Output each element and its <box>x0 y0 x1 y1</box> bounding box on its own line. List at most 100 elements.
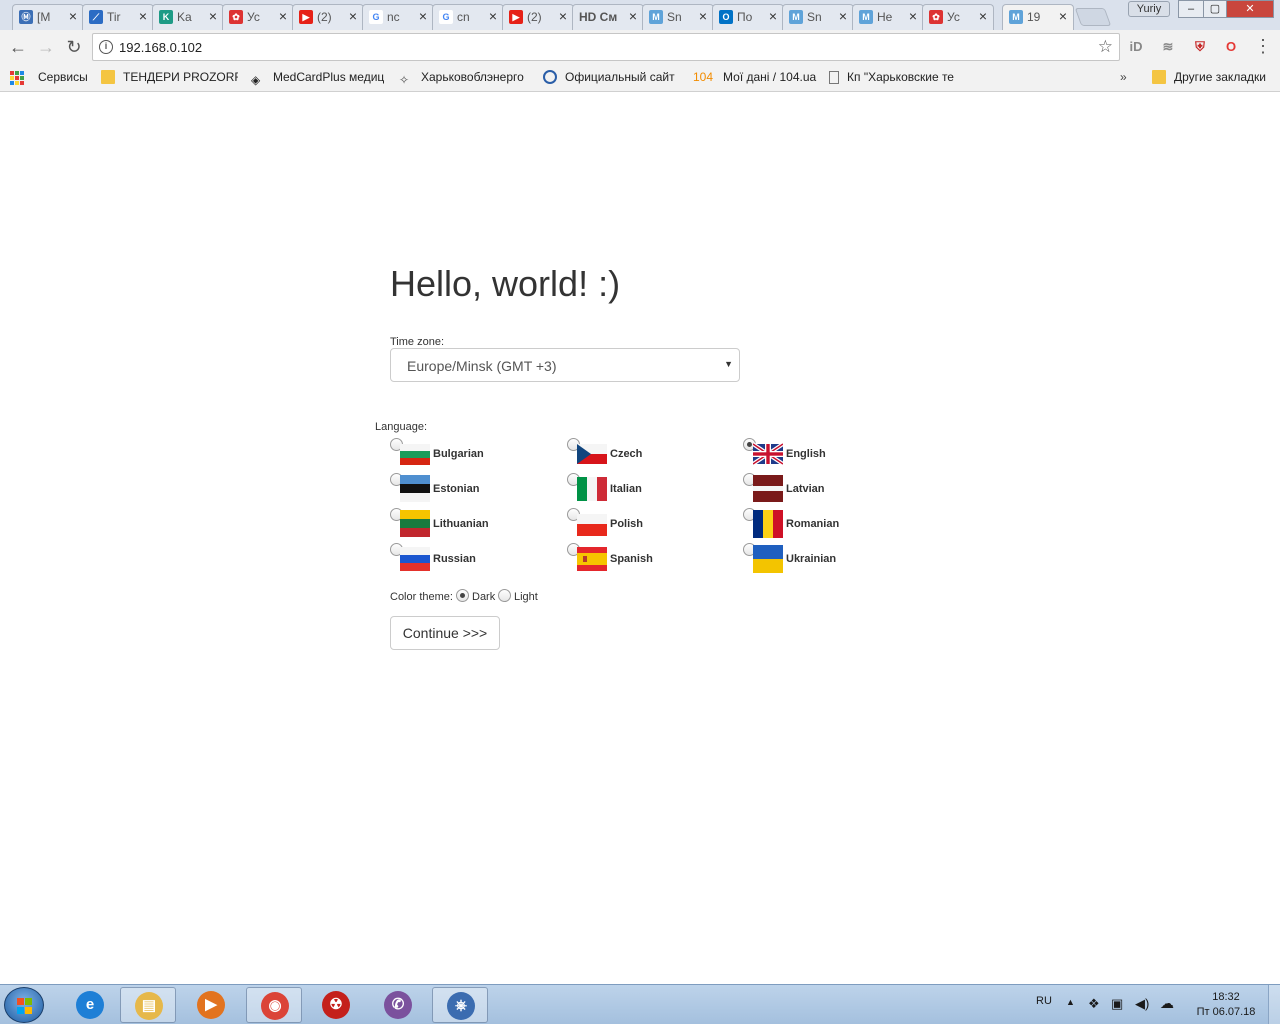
close-tab-icon[interactable]: × <box>69 8 77 24</box>
browser-tab[interactable]: O По × <box>712 4 784 30</box>
browser-tab[interactable]: ✿ Ус × <box>922 4 994 30</box>
close-tab-icon[interactable]: × <box>279 8 287 24</box>
theme-light-label[interactable]: Light <box>514 591 538 603</box>
system-clock[interactable]: 18:32 Пт 06.07.18 <box>1190 990 1262 1020</box>
browser-tab[interactable]: M He × <box>852 4 924 30</box>
cloud-upload-icon[interactable]: ☁ <box>1160 995 1174 1024</box>
language-option-lithuanian[interactable]: Lithuanian <box>390 508 560 540</box>
timezone-select[interactable]: Europe/Minsk (GMT +3) ▼ <box>390 348 740 382</box>
close-tab-icon[interactable]: × <box>139 8 147 24</box>
opera-extension-icon[interactable]: O <box>1222 38 1240 56</box>
viber-icon: ✆ <box>384 991 412 1019</box>
lithuania-flag-icon <box>400 510 430 537</box>
input-language-indicator[interactable]: RU <box>1036 995 1052 1024</box>
close-tab-icon[interactable]: × <box>839 8 847 24</box>
uk-flag-icon <box>753 442 783 466</box>
reload-button[interactable]: ↻ <box>63 36 85 58</box>
close-window-button[interactable]: ✕ <box>1226 0 1274 18</box>
taskbar-app[interactable]: ▶ <box>183 987 239 1023</box>
browser-tab[interactable]: M Sn × <box>782 4 854 30</box>
close-tab-icon[interactable]: × <box>349 8 357 24</box>
tray-expand-icon[interactable]: ▲ <box>1066 997 1075 1024</box>
extension-feed-icon[interactable]: ≋ <box>1159 38 1177 56</box>
extension-shield-icon[interactable]: ⛨ <box>1191 38 1209 56</box>
start-button[interactable] <box>4 987 44 1023</box>
browser-tab[interactable]: M 19 × <box>1002 4 1074 31</box>
close-tab-icon[interactable]: × <box>489 8 497 24</box>
close-tab-icon[interactable]: × <box>559 8 567 24</box>
close-tab-icon[interactable]: × <box>1059 8 1067 24</box>
minimize-button[interactable]: – <box>1178 0 1204 18</box>
theme-dark-label[interactable]: Dark <box>472 591 495 603</box>
site-info-icon[interactable]: i <box>99 40 113 54</box>
browser-tab[interactable]: ✿ Ус × <box>222 4 294 30</box>
browser-tab[interactable]: Gcn × <box>432 4 504 30</box>
close-tab-icon[interactable]: × <box>699 8 707 24</box>
bookmark-tenders[interactable]: ТЕНДЕРИ PROZORRO <box>101 70 238 86</box>
taskbar-app[interactable]: ◉ <box>246 987 302 1023</box>
apps-grid-icon[interactable] <box>10 71 24 85</box>
language-option-polish[interactable]: Polish <box>567 508 737 540</box>
dropbox-icon[interactable]: ❖ <box>1088 996 1100 1024</box>
russia-flag-icon <box>400 547 430 571</box>
poland-flag-icon <box>577 514 607 536</box>
forward-button[interactable]: → <box>35 36 57 58</box>
bookmarks-overflow-button[interactable]: » <box>1120 70 1132 86</box>
language-option-ukrainian[interactable]: Ukrainian <box>743 543 913 575</box>
network-icon[interactable]: ▣ <box>1111 996 1123 1024</box>
language-option-romanian[interactable]: Romanian <box>743 508 913 540</box>
bookmark-kharkivoblenergo[interactable]: ✧ Харьковоблэнерго <box>399 70 537 86</box>
browser-tab[interactable]: M Sn × <box>642 4 714 30</box>
taskbar-app[interactable]: ✆ <box>370 987 426 1023</box>
browser-tab[interactable]: ▶ (2) × <box>292 4 364 30</box>
close-tab-icon[interactable]: × <box>419 8 427 24</box>
bookmark-medcard[interactable]: ◈ MedCardPlus медиц <box>251 70 388 86</box>
address-bar[interactable]: i 192.168.0.102 ☆ <box>92 33 1120 61</box>
language-option-russian[interactable]: Russian <box>390 543 560 575</box>
ministry-icon: Ⓜ <box>19 10 33 24</box>
browser-tab[interactable]: Ⓜ [M × <box>12 4 84 30</box>
bookmark-other-bookmarks[interactable]: Другие закладки <box>1152 70 1276 86</box>
close-tab-icon[interactable]: × <box>209 8 217 24</box>
browser-tab[interactable]: ▶ (2) × <box>502 4 574 30</box>
tab-title: HD Cм <box>579 10 618 24</box>
taskbar-app[interactable]: ▤ <box>120 987 176 1023</box>
browser-tab[interactable]: ⟋ Tir × <box>82 4 154 30</box>
back-button[interactable]: ← <box>7 36 29 58</box>
browser-tab[interactable]: Gnc × <box>362 4 434 30</box>
close-tab-icon[interactable]: × <box>769 8 777 24</box>
language-option-italian[interactable]: Italian <box>567 473 737 505</box>
new-tab-button[interactable] <box>1074 8 1112 26</box>
close-tab-icon[interactable]: × <box>979 8 987 24</box>
language-option-latvian[interactable]: Latvian <box>743 473 913 505</box>
show-desktop-button[interactable] <box>1268 985 1280 1024</box>
tab-title: Tir <box>107 10 121 24</box>
bookmark-services[interactable]: Сервисы <box>38 70 94 86</box>
close-tab-icon[interactable]: × <box>629 8 637 24</box>
bookmark-star-icon[interactable]: ☆ <box>1098 37 1113 57</box>
taskbar-app[interactable]: ⎈ <box>432 987 488 1023</box>
bookmark-official-site[interactable]: Официальный сайт <box>543 70 681 86</box>
taskbar-app[interactable]: ☢ <box>308 987 364 1023</box>
profile-button[interactable]: Yuriy <box>1128 1 1170 17</box>
google-icon: G <box>369 10 383 24</box>
browser-menu-icon[interactable]: ⋮ <box>1254 36 1272 57</box>
language-option-english[interactable]: English <box>743 438 913 470</box>
radio-theme-dark[interactable] <box>456 589 469 602</box>
radio-theme-light[interactable] <box>498 589 511 602</box>
language-option-spanish[interactable]: Spanish <box>567 543 737 575</box>
browser-tab[interactable]: K Ka × <box>152 4 224 30</box>
extension-id-icon[interactable]: iD <box>1127 38 1145 56</box>
language-option-estonian[interactable]: Estonian <box>390 473 560 505</box>
taskbar-app[interactable]: e <box>62 987 118 1023</box>
url-text[interactable]: 192.168.0.102 <box>119 40 202 55</box>
language-option-czech[interactable]: Czech <box>567 438 737 470</box>
bookmark-kp-kharkiv[interactable]: Кп "Харьковские те <box>829 70 963 86</box>
maximize-button[interactable]: ▢ <box>1203 0 1227 18</box>
volume-icon[interactable]: ◀) <box>1135 996 1149 1024</box>
continue-button[interactable]: Continue >>> <box>390 616 500 650</box>
browser-tab[interactable]: HD Cм × <box>572 4 644 30</box>
close-tab-icon[interactable]: × <box>909 8 917 24</box>
language-option-bulgarian[interactable]: Bulgarian <box>390 438 560 470</box>
bookmark-104[interactable]: 104 Мої дані / 104.ua <box>693 70 819 86</box>
